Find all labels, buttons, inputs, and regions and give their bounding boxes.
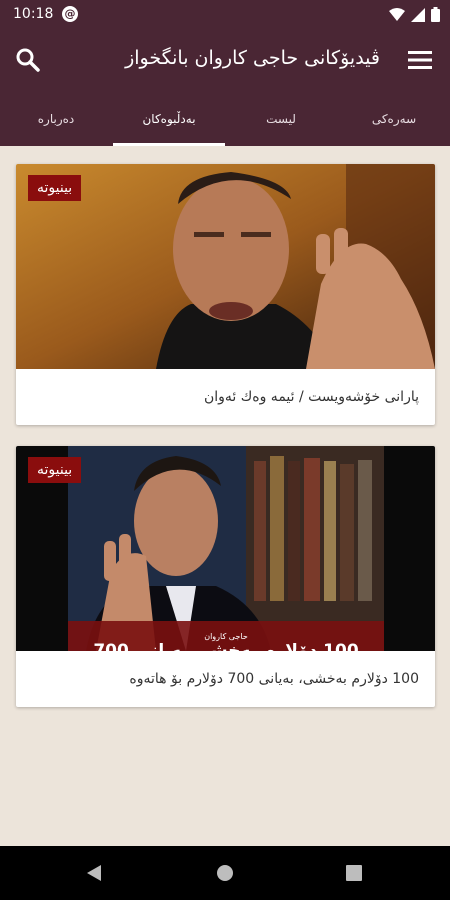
tab-favorites-label: بەدڵبوەکان xyxy=(142,112,196,126)
back-icon[interactable] xyxy=(86,864,102,882)
tab-list-label: لیست xyxy=(266,112,296,126)
video-card[interactable]: حاجی کاروان 100 دۆلارم بەخشی بەیانی 700 … xyxy=(16,446,435,707)
tab-about[interactable]: دەربارە xyxy=(0,90,112,146)
video-thumbnail[interactable]: بینیوتە xyxy=(16,164,435,369)
status-bar: 10:18 @ xyxy=(0,0,450,30)
tab-list[interactable]: لیست xyxy=(225,90,337,146)
watched-badge: بینیوتە xyxy=(28,457,82,483)
status-time: 10:18 xyxy=(13,6,54,22)
tab-favorites[interactable]: بەدڵبوەکان xyxy=(113,90,225,146)
video-thumbnail[interactable]: حاجی کاروان 100 دۆلارم بەخشی بەیانی 700 … xyxy=(16,446,435,651)
app-bar: ڤیدیۆکانی حاجی کاروان بانگخواز xyxy=(0,30,450,90)
thumbnail-overlay-text: 100 دۆلارم بەخشی بەیانی 700 xyxy=(93,641,359,651)
notification-at-icon: @ xyxy=(62,6,78,22)
status-icons xyxy=(389,7,440,22)
tab-bar: سەرەکی لیست بەدڵبوەکان دەربارە xyxy=(0,90,450,146)
active-tab-indicator xyxy=(113,143,225,146)
tab-about-label: دەربارە xyxy=(37,112,75,126)
tab-home[interactable]: سەرەکی xyxy=(338,90,450,146)
video-title: 100 دۆلارم بەخشی، بەیانی 700 دۆلارم بۆ ه… xyxy=(129,671,419,687)
app-title: ڤیدیۆکانی حاجی کاروان بانگخواز xyxy=(125,47,380,69)
menu-icon[interactable] xyxy=(408,49,432,71)
home-icon[interactable] xyxy=(216,864,234,882)
video-title: پارانی خۆشەویست / ئیمە وەك ئەوان xyxy=(203,389,419,405)
wifi-icon xyxy=(389,7,405,21)
thumbnail-overlay-small: حاجی کاروان xyxy=(204,632,248,641)
watched-badge: بینیوتە xyxy=(28,175,82,201)
recents-icon[interactable] xyxy=(346,865,362,881)
cellular-signal-icon xyxy=(411,7,425,22)
tab-home-label: سەرەکی xyxy=(371,112,417,126)
video-card[interactable]: بینیوتە پارانی خۆشەویست / ئیمە وەك ئەوان xyxy=(16,164,435,425)
system-nav-bar xyxy=(0,846,450,900)
battery-icon xyxy=(431,7,440,22)
search-icon[interactable] xyxy=(14,46,42,74)
